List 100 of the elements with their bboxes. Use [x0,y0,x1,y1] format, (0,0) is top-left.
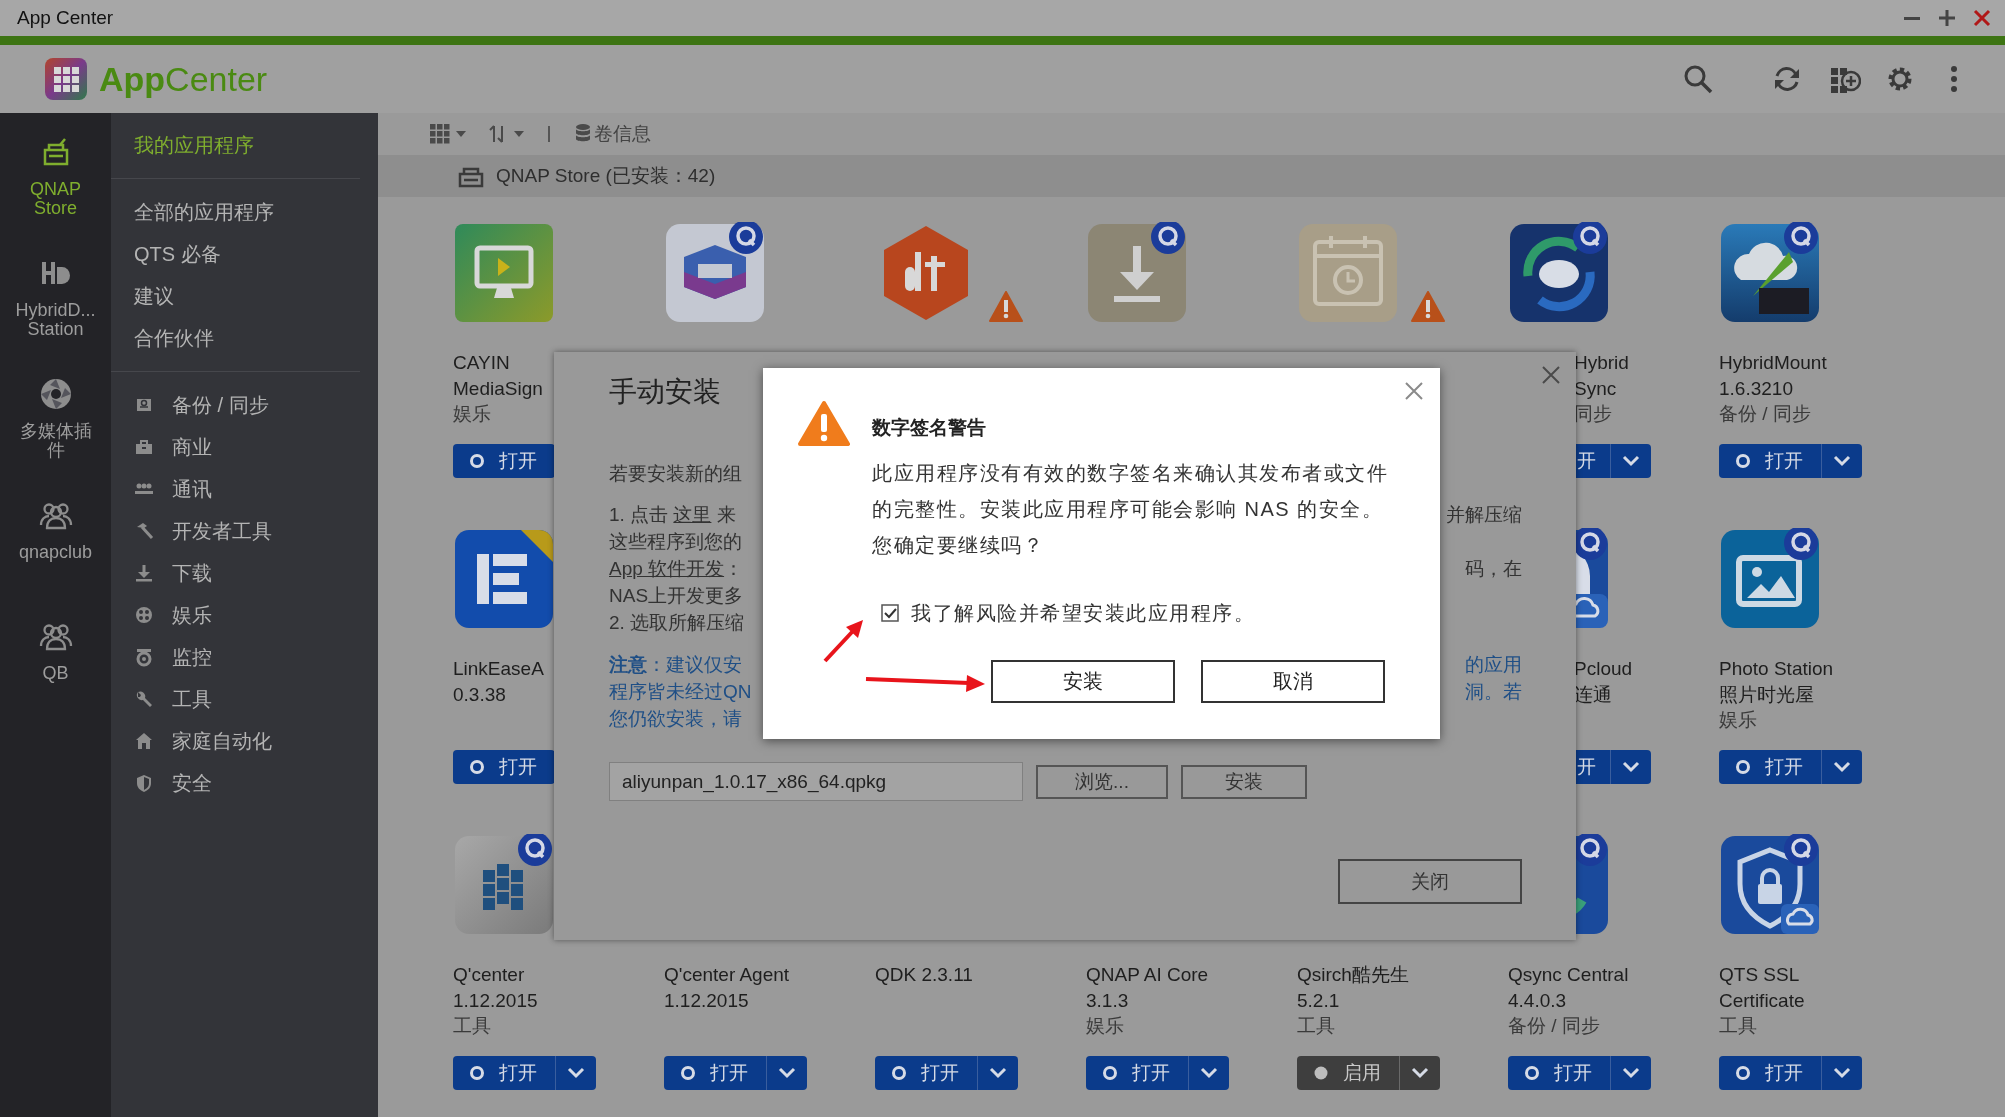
shield-icon[interactable] [1719,834,1821,936]
cubes-icon[interactable] [453,834,555,936]
action-button[interactable]: 打开 [664,1056,766,1090]
caret-icon [567,1067,585,1079]
dropdown-button[interactable] [555,1056,596,1090]
maximize-icon[interactable] [1938,9,1956,27]
action-button[interactable]: 打开 [1086,1056,1188,1090]
nav-item[interactable]: 全部的应用程序 [111,191,378,233]
app-category: 工具 [1719,1014,1757,1038]
action-button[interactable]: 打开 [453,750,555,784]
app-name: 连通 [1574,682,1612,707]
grid-view-icon[interactable] [430,124,450,144]
rail-item[interactable]: HybridD... Station [0,255,111,376]
dropdown-button[interactable] [1610,444,1651,478]
photo-icon[interactable] [1719,528,1821,630]
caret-icon[interactable] [456,131,466,137]
app-name: Q'center Agent [664,963,790,987]
cube-icon[interactable] [664,222,766,324]
action-button[interactable]: 打开 [453,444,555,478]
nav-item[interactable]: 我的应用程序 [111,124,378,166]
rail-item[interactable]: qnapclub [0,497,111,618]
annotation-arrow [823,620,863,663]
app-version: 5.2.1 [1297,988,1340,1013]
checkbox[interactable] [881,604,899,622]
cloud-icon[interactable] [1719,222,1821,324]
app-grid-logo-icon [45,58,87,100]
nav-item[interactable]: 开发者工具 [111,510,378,552]
window-title: App Center [17,7,115,29]
dropdown-button[interactable] [1610,1056,1651,1090]
nav-item[interactable]: 娱乐 [111,594,378,636]
action-button[interactable]: 打开 [453,1056,555,1090]
action-button[interactable]: 打开 [875,1056,977,1090]
instruction-text: 的应用 [1465,653,1522,677]
browse-button[interactable]: 浏览... [1036,764,1168,799]
house-icon [134,731,154,751]
app-category: 同步 [1574,402,1612,426]
nav-item[interactable]: 通讯 [111,468,378,510]
rail-item[interactable]: QNAP Store [0,134,111,255]
download-icon[interactable] [1086,222,1188,324]
wrench-icon [134,689,154,709]
caret-icon [1411,1067,1429,1079]
close-icon[interactable] [1973,9,1991,27]
link[interactable]: 这里 [673,504,712,525]
rail-item[interactable]: 多媒体插件 [0,376,111,497]
dialog-title: 数字签名警告 [872,416,987,440]
action-button[interactable]: 打开 [1719,444,1821,478]
nav-item[interactable]: 家庭自动化 [111,720,378,762]
action-button[interactable]: 打开 [1719,1056,1821,1090]
rail-item[interactable]: QB [0,618,111,739]
app-category: 娱乐 [1719,708,1757,732]
dropdown-button[interactable] [1821,750,1862,784]
nav-item[interactable]: 下载 [111,552,378,594]
dialog-button[interactable]: 安装 [991,660,1175,703]
file-path-field[interactable]: aliyunpan_1.0.17_x86_64.qpkg [609,762,1023,801]
nav-item[interactable]: 监控 [111,636,378,678]
dot-icon [1313,1065,1329,1081]
nav-item[interactable]: 安全 [111,762,378,804]
dropdown-button[interactable] [1188,1056,1229,1090]
instruction-text: 2. 选取所解压缩 [609,611,745,635]
instruction-text: 您仍欲安装，请 [609,707,742,731]
link[interactable]: App 软件开发 [609,558,725,579]
instruction-text: 注意：建议仅安 [609,653,742,677]
dialog-button[interactable]: 取消 [1201,660,1385,703]
close-icon[interactable] [1404,381,1424,401]
action-button[interactable]: 打开 [1508,1056,1610,1090]
dropdown-button[interactable] [977,1056,1018,1090]
search-icon[interactable] [1683,64,1713,94]
app-name: HybridMount [1719,351,1827,375]
action-button[interactable]: 启用 [1297,1056,1399,1090]
app-name: Certificate [1719,988,1805,1013]
caret-icon[interactable] [514,131,524,137]
nav-item[interactable]: 工具 [111,678,378,720]
refresh-icon[interactable] [1772,64,1802,94]
install-button[interactable]: 安装 [1181,764,1307,799]
warning-icon [798,400,850,448]
close-button[interactable]: 关闭 [1338,859,1522,904]
dropdown-button[interactable] [1821,1056,1862,1090]
nav-item[interactable]: 备份 / 同步 [111,384,378,426]
monitor-icon[interactable] [453,222,555,324]
app-category: 娱乐 [1086,1014,1124,1038]
dropdown-button[interactable] [766,1056,807,1090]
dropdown-button[interactable] [1399,1056,1440,1090]
warning-message: 的完整性。安装此应用程序可能会影响 NAS 的安全。 [872,497,1385,522]
dropdown-button[interactable] [1821,444,1862,478]
nav-item[interactable]: QTS 必备 [111,233,378,275]
circle-icon [469,759,485,775]
document-icon[interactable] [453,528,555,630]
close-icon[interactable] [1541,365,1561,385]
instruction-text: 程序皆未经过QN [609,680,752,704]
caret-icon [1833,1067,1851,1079]
app-name: QDK 2.3.11 [875,963,973,987]
nav-item[interactable]: 合作伙伴 [111,317,378,359]
nav-item[interactable]: 建议 [111,275,378,317]
nav-item[interactable]: 商业 [111,426,378,468]
volume-info-link[interactable]: 卷信息 [594,121,651,147]
app-name: Qsync Central [1508,963,1629,987]
circular-arrows-icon[interactable] [1508,222,1610,324]
dropdown-button[interactable] [1610,750,1651,784]
action-button[interactable]: 打开 [1719,750,1821,784]
app-name: MediaSign [453,376,543,401]
